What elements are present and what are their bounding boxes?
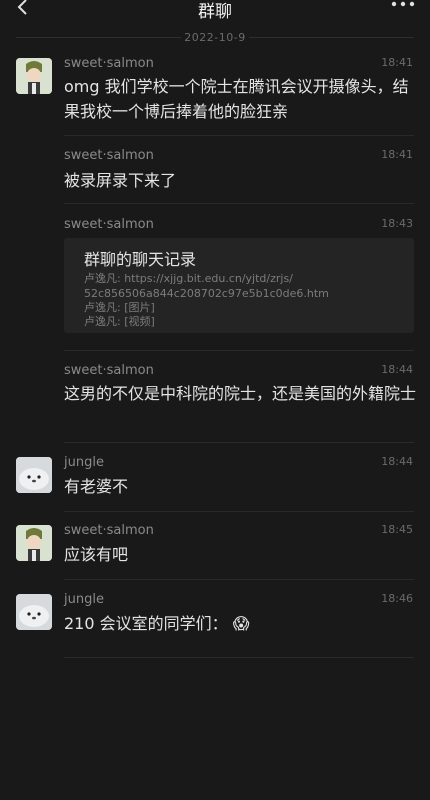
message-separator	[64, 657, 414, 658]
ellipsis-icon[interactable]	[390, 0, 416, 12]
date-divider-line-right	[249, 37, 414, 38]
sender-name: jungle	[64, 455, 104, 470]
message-separator	[64, 135, 414, 136]
message-separator	[64, 442, 414, 443]
avatar[interactable]	[16, 594, 52, 630]
message-separator	[64, 511, 414, 512]
sender-name: sweet·salmon	[64, 217, 154, 232]
sender-name: sweet·salmon	[64, 523, 154, 538]
chat-title: 群聊	[198, 2, 232, 22]
chat-history-line: 卢逸凡: https://xjjg.bit.edu.cn/yjtd/zrjs/	[84, 272, 293, 285]
top-bar: 群聊	[0, 0, 430, 24]
message-time: 18:44	[381, 455, 413, 468]
message-time: 18:41	[381, 56, 413, 69]
message-text-content: 210 会议室的同学们：	[64, 614, 228, 633]
chat-history-card[interactable]: 群聊的聊天记录 卢逸凡: https://xjjg.bit.edu.cn/yjt…	[64, 238, 414, 333]
message-time: 18:43	[381, 217, 413, 230]
message-text: 被录屏录下来了	[64, 171, 177, 190]
sender-name: sweet·salmon	[64, 56, 154, 71]
sender-name: sweet·salmon	[64, 363, 154, 378]
message-text: omg 我们学校一个院士在腾讯会议开摄像头，结果我校一个博后捧着他的脸狂亲	[64, 77, 409, 121]
message-separator	[64, 579, 414, 580]
message-separator	[64, 350, 414, 351]
scream-emoji: 😱	[232, 614, 250, 633]
avatar[interactable]	[16, 525, 52, 561]
message-time: 18:41	[381, 148, 413, 161]
chat-history-line: 卢逸凡: [图片]	[84, 301, 155, 314]
message-time: 18:46	[381, 592, 413, 605]
chat-history-title: 群聊的聊天记录	[84, 250, 197, 269]
chat-history-line: 卢逸凡: [视频]	[84, 315, 155, 328]
sender-name: jungle	[64, 592, 104, 607]
sender-name: sweet·salmon	[64, 148, 154, 163]
message-time: 18:44	[381, 363, 413, 376]
avatar[interactable]	[16, 58, 52, 94]
avatar[interactable]	[16, 457, 52, 493]
chat-history-line: 52c856506a844c208702c97e5b1c0de6.htm	[84, 287, 329, 300]
message-separator	[64, 203, 414, 204]
message-time: 18:45	[381, 523, 413, 536]
message-text: 210 会议室的同学们： 😱	[64, 611, 418, 636]
message-text: 有老婆不	[64, 477, 129, 496]
message-text: 这男的不仅是中科院的院士，还是美国的外籍院士	[64, 384, 417, 403]
message-text: 应该有吧	[64, 545, 129, 564]
